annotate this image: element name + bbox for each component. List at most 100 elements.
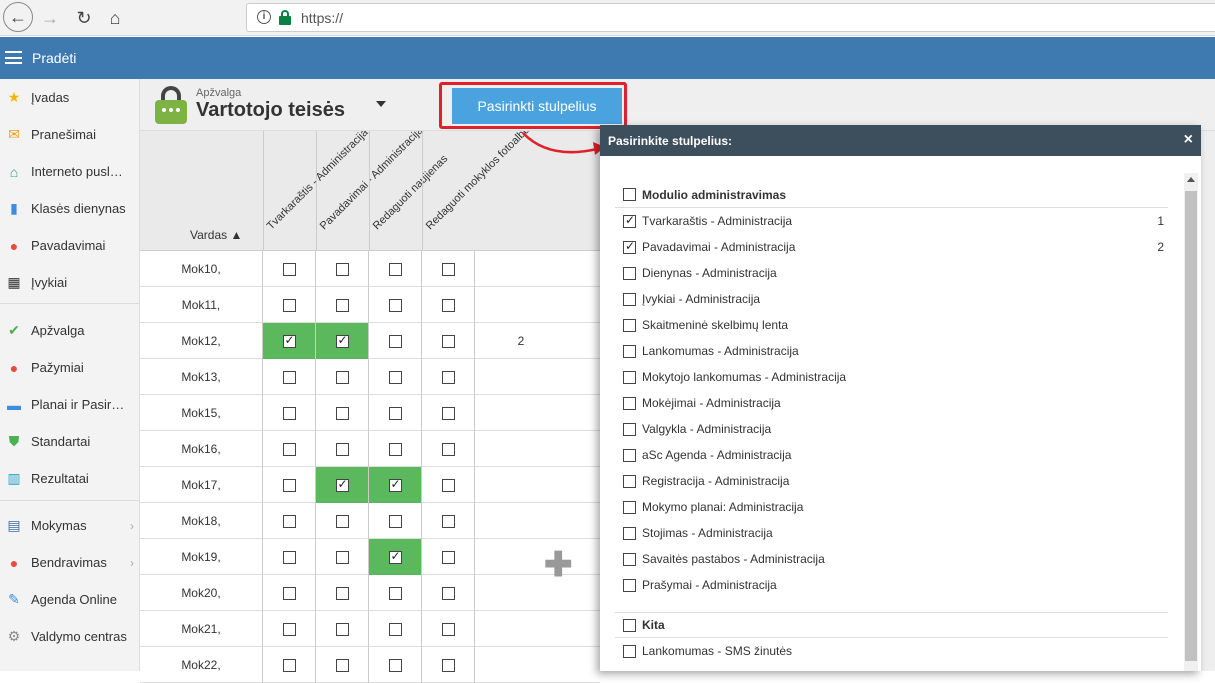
permission-checkbox[interactable] <box>388 298 402 312</box>
column-option[interactable]: Valgykla - Administracija <box>615 416 1168 442</box>
reload-icon[interactable]: ↻ <box>70 4 98 32</box>
permission-cell[interactable] <box>422 395 475 431</box>
column-group[interactable]: Modulio administravimas <box>615 182 1168 208</box>
permission-checkbox[interactable] <box>282 406 296 420</box>
column-checkbox[interactable] <box>623 396 636 410</box>
permission-cell[interactable] <box>263 431 316 467</box>
permission-cell[interactable] <box>316 611 369 647</box>
permission-checkbox[interactable] <box>282 370 296 384</box>
permission-cell[interactable] <box>263 611 316 647</box>
permission-checkbox[interactable] <box>441 658 455 672</box>
column-checkbox[interactable] <box>623 188 636 201</box>
permission-checkbox[interactable] <box>441 442 455 456</box>
permission-cell[interactable] <box>369 395 422 431</box>
chevron-down-icon[interactable] <box>376 101 386 107</box>
column-checkbox[interactable] <box>623 318 636 332</box>
column-checkbox[interactable] <box>623 266 636 280</box>
permission-checkbox[interactable] <box>441 478 455 492</box>
panel-scrollbar[interactable] <box>1184 173 1198 671</box>
permission-checkbox[interactable] <box>282 622 296 636</box>
permission-cell[interactable] <box>316 431 369 467</box>
permission-cell[interactable] <box>422 467 475 503</box>
permission-checkbox[interactable] <box>282 550 296 564</box>
permission-cell[interactable] <box>422 575 475 611</box>
column-option[interactable]: Prašymai - Administracija <box>615 572 1168 598</box>
close-icon[interactable]: × <box>1184 131 1193 149</box>
permission-cell[interactable] <box>369 539 422 575</box>
permission-checkbox[interactable] <box>335 333 349 348</box>
column-option[interactable]: Pavadavimai - Administracija 2 <box>615 234 1168 260</box>
sidebar-item[interactable]: ▤ Mokymas › <box>0 507 140 544</box>
sidebar-item[interactable]: ★ Įvadas <box>0 79 140 116</box>
column-option[interactable]: Įvykiai - Administracija <box>615 286 1168 312</box>
permission-checkbox[interactable] <box>335 586 349 600</box>
permission-checkbox[interactable] <box>388 586 402 600</box>
column-checkbox[interactable] <box>623 239 636 254</box>
permission-checkbox[interactable] <box>388 658 402 672</box>
permission-cell[interactable] <box>369 431 422 467</box>
permission-cell[interactable] <box>263 467 316 503</box>
permission-checkbox[interactable] <box>335 370 349 384</box>
permission-cell[interactable] <box>316 503 369 539</box>
permission-cell[interactable] <box>316 287 369 323</box>
column-checkbox[interactable] <box>623 213 636 228</box>
permission-checkbox[interactable] <box>282 514 296 528</box>
column-header[interactable]: Redaguoti naujienas <box>369 131 450 250</box>
column-checkbox[interactable] <box>623 618 636 632</box>
name-column-header[interactable]: Vardas ▲ <box>190 228 242 242</box>
permission-cell[interactable] <box>422 251 475 287</box>
home-icon[interactable]: ⌂ <box>101 4 129 32</box>
permission-checkbox[interactable] <box>388 477 402 492</box>
column-checkbox[interactable] <box>623 370 636 384</box>
column-checkbox[interactable] <box>623 644 636 658</box>
permission-checkbox[interactable] <box>388 334 402 348</box>
column-option[interactable]: Tvarkaraštis - Administracija 1 <box>615 208 1168 234</box>
permission-checkbox[interactable] <box>282 658 296 672</box>
permission-cell[interactable] <box>369 647 422 683</box>
column-checkbox[interactable] <box>623 292 636 306</box>
column-option[interactable]: Lankomumas - SMS žinutės <box>615 638 1168 664</box>
info-icon[interactable]: i <box>257 10 271 24</box>
permission-checkbox[interactable] <box>335 658 349 672</box>
sidebar-item[interactable]: ⚙ Valdymo centras <box>0 618 140 655</box>
permission-checkbox[interactable] <box>282 586 296 600</box>
column-option[interactable]: Mokytojo lankomumas - Administracija <box>615 364 1168 390</box>
sidebar-item[interactable]: ● Bendravimas › <box>0 544 140 581</box>
sidebar-item[interactable]: ✉ Pranešimai <box>0 116 140 153</box>
permission-checkbox[interactable] <box>388 370 402 384</box>
sidebar-item[interactable]: ⛊ Standartai <box>0 423 140 460</box>
permission-cell[interactable] <box>316 359 369 395</box>
permission-checkbox[interactable] <box>441 514 455 528</box>
permission-checkbox[interactable] <box>441 298 455 312</box>
permission-cell[interactable] <box>369 503 422 539</box>
permission-cell[interactable] <box>422 431 475 467</box>
sidebar-item[interactable]: ▦ Įvykiai <box>0 264 140 301</box>
column-checkbox[interactable] <box>623 422 636 436</box>
permission-cell[interactable] <box>422 611 475 647</box>
column-checkbox[interactable] <box>623 578 636 592</box>
permission-cell[interactable] <box>263 323 316 359</box>
back-arrow-icon[interactable]: ← <box>3 2 33 32</box>
permission-cell[interactable] <box>422 503 475 539</box>
sidebar-item[interactable]: ▮ Klasės dienynas <box>0 190 140 227</box>
permission-cell[interactable] <box>422 359 475 395</box>
column-checkbox[interactable] <box>623 500 636 514</box>
permission-cell[interactable] <box>316 575 369 611</box>
permission-cell[interactable] <box>316 539 369 575</box>
start-label[interactable]: Pradėti <box>32 50 76 66</box>
permission-checkbox[interactable] <box>335 298 349 312</box>
permission-checkbox[interactable] <box>388 549 402 564</box>
column-checkbox[interactable] <box>623 526 636 540</box>
column-header[interactable]: Tvarkaraštis - Administracija <box>263 131 371 250</box>
permission-checkbox[interactable] <box>282 262 296 276</box>
sidebar-item[interactable]: ▥ Rezultatai <box>0 460 140 497</box>
permission-cell[interactable] <box>422 287 475 323</box>
column-checkbox[interactable] <box>623 552 636 566</box>
permission-cell[interactable] <box>263 575 316 611</box>
column-group[interactable]: Kita <box>615 612 1168 638</box>
permission-checkbox[interactable] <box>335 622 349 636</box>
permission-cell[interactable] <box>369 359 422 395</box>
permission-cell[interactable] <box>422 539 475 575</box>
permission-checkbox[interactable] <box>388 622 402 636</box>
permission-cell[interactable] <box>422 647 475 683</box>
